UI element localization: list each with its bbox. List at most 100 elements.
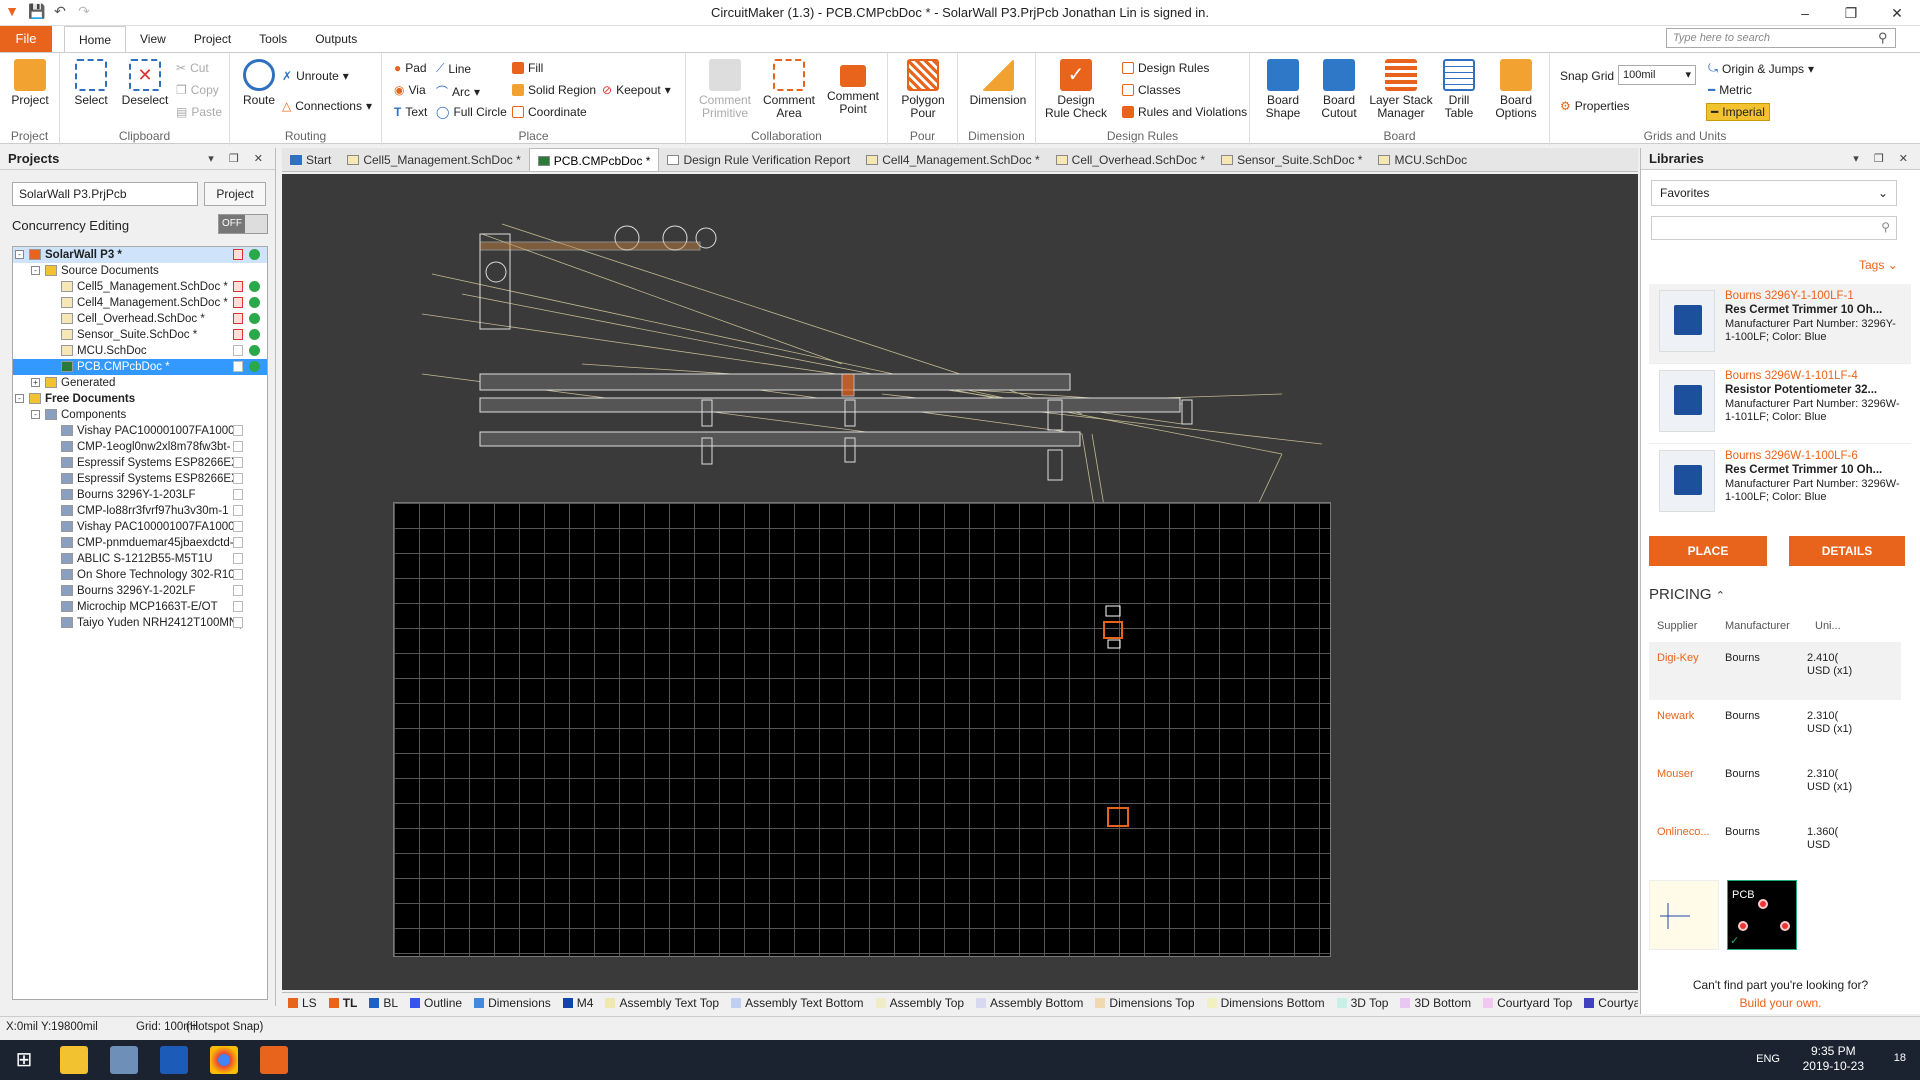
doc-tab[interactable]: MCU.SchDoc: [1370, 148, 1475, 171]
library-part-item[interactable]: Bourns 3296Y-1-100LF-1 Res Cermet Trimmer…: [1649, 284, 1911, 364]
tree-item[interactable]: On Shore Technology 302-R10: [13, 567, 267, 583]
tags-dropdown[interactable]: Tags ⌄: [1859, 258, 1898, 272]
place-button[interactable]: PLACE: [1649, 536, 1767, 566]
library-part-item[interactable]: Bourns 3296W-1-101LF-4 Resistor Potentiom…: [1649, 364, 1911, 444]
layer-tab[interactable]: Courtyard Top: [1477, 993, 1578, 1012]
tree-item[interactable]: PCB.CMPcbDoc *: [13, 359, 267, 375]
close-button[interactable]: ✕: [1874, 0, 1920, 26]
imperial-button[interactable]: ━ Imperial: [1706, 103, 1770, 121]
board-cutout-button[interactable]: Board Cutout: [1312, 59, 1366, 120]
outlook-icon[interactable]: [160, 1046, 188, 1074]
collapse-icon[interactable]: -: [31, 266, 40, 275]
tab-project[interactable]: Project: [180, 26, 245, 52]
paste-button[interactable]: ▤ Paste: [176, 105, 222, 119]
doc-tab[interactable]: Cell4_Management.SchDoc *: [858, 148, 1047, 171]
layer-tab[interactable]: Dimensions: [468, 993, 557, 1012]
tree-item[interactable]: Bourns 3296Y-1-202LF: [13, 583, 267, 599]
tree-item[interactable]: - Source Documents: [13, 263, 267, 279]
file-menu-button[interactable]: File: [0, 26, 52, 52]
collapse-icon[interactable]: -: [15, 250, 24, 259]
layer-tab[interactable]: Courtyard: [1578, 993, 1638, 1012]
dimension-button[interactable]: Dimension: [968, 59, 1028, 107]
layer-tab[interactable]: Assembly Text Bottom: [725, 993, 870, 1012]
build-your-own-link[interactable]: Build your own.: [1641, 996, 1920, 1010]
clock[interactable]: 9:35 PM 2019-10-23: [1803, 1044, 1864, 1074]
tree-item[interactable]: - SolarWall P3 *: [13, 247, 267, 263]
panel-controls[interactable]: ▾ ❒ ✕: [208, 148, 269, 170]
layer-tab[interactable]: Dimensions Top: [1089, 993, 1200, 1012]
collapse-icon[interactable]: -: [31, 410, 40, 419]
tree-item[interactable]: Cell_Overhead.SchDoc *: [13, 311, 267, 327]
board-options-button[interactable]: Board Options: [1486, 59, 1546, 120]
notification-center-icon[interactable]: 18: [1894, 1052, 1906, 1064]
layer-tab[interactable]: Assembly Bottom: [970, 993, 1089, 1012]
place-solid-region-button[interactable]: Solid Region: [512, 83, 596, 97]
tree-item[interactable]: Cell4_Management.SchDoc *: [13, 295, 267, 311]
minimize-button[interactable]: –: [1782, 0, 1828, 26]
tree-item[interactable]: Espressif Systems ESP8266EX: [13, 455, 267, 471]
drill-table-button[interactable]: Drill Table: [1436, 59, 1482, 120]
library-search-input[interactable]: ⚲: [1651, 216, 1897, 240]
doc-tab[interactable]: Design Rule Verification Report: [659, 148, 858, 171]
price-row[interactable]: Onlineco... Bourns 1.360( USD: [1649, 816, 1901, 874]
tree-item[interactable]: CMP-pnmduemar45jbaexdctd-: [13, 535, 267, 551]
classes-button[interactable]: Classes: [1122, 83, 1181, 97]
rules-violations-button[interactable]: Rules and Violations: [1122, 105, 1247, 119]
snap-grid-select[interactable]: 100mil ▾: [1618, 65, 1696, 85]
tree-item[interactable]: - Free Documents: [13, 391, 267, 407]
place-line-button[interactable]: ⟋ Line: [436, 61, 471, 76]
tree-item[interactable]: Vishay PAC100001007FA1000: [13, 519, 267, 535]
place-via-button[interactable]: ◉ Via: [394, 83, 426, 97]
connections-button[interactable]: △ Connections ▾: [282, 99, 372, 113]
chrome-icon[interactable]: [210, 1046, 238, 1074]
tree-item[interactable]: Bourns 3296Y-1-203LF: [13, 487, 267, 503]
circuitmaker-taskbar-icon[interactable]: [260, 1046, 288, 1074]
schematic-symbol-preview[interactable]: [1649, 880, 1719, 950]
cut-button[interactable]: ✂ Cut: [176, 61, 209, 75]
favorites-select[interactable]: Favorites ⌄: [1651, 180, 1897, 206]
tree-item[interactable]: - Components: [13, 407, 267, 423]
pricing-header[interactable]: PRICING ⌃: [1649, 586, 1725, 603]
layer-tab[interactable]: LS: [282, 993, 323, 1012]
layer-tab[interactable]: Dimensions Bottom: [1201, 993, 1331, 1012]
price-row[interactable]: Mouser Bourns 2.310( USD (x1): [1649, 758, 1901, 816]
help-search-input[interactable]: Type here to search: [1666, 28, 1896, 48]
doc-tab[interactable]: Cell5_Management.SchDoc *: [339, 148, 528, 171]
tree-item[interactable]: Vishay PAC100001007FA1000: [13, 423, 267, 439]
expand-icon[interactable]: +: [31, 378, 40, 387]
pcb-footprint-preview[interactable]: PCB ✓: [1727, 880, 1797, 950]
tree-item[interactable]: Espressif Systems ESP8266EX: [13, 471, 267, 487]
tab-view[interactable]: View: [126, 26, 180, 52]
panel-controls[interactable]: ▾ ❒ ✕: [1853, 148, 1914, 170]
layer-tab[interactable]: M4: [557, 993, 600, 1012]
layer-tab[interactable]: BL: [363, 993, 404, 1012]
place-full-circle-button[interactable]: ◯ Full Circle: [436, 105, 507, 119]
layer-tab[interactable]: TL: [323, 993, 364, 1012]
project-button[interactable]: Project: [204, 182, 266, 206]
design-rules-button[interactable]: Design Rules: [1122, 61, 1209, 75]
tree-item[interactable]: Microchip MCP1663T-E/OT: [13, 599, 267, 615]
collapse-icon[interactable]: -: [15, 394, 24, 403]
comment-point-button[interactable]: Comment Point: [822, 59, 884, 116]
tab-outputs[interactable]: Outputs: [301, 26, 371, 52]
comment-primitive-button[interactable]: Comment Primitive: [694, 59, 756, 120]
language-indicator[interactable]: ENG: [1756, 1053, 1780, 1065]
layer-tab[interactable]: Outline: [404, 993, 468, 1012]
tree-item[interactable]: CMP-lo88rr3fvrf97hu3v30m-1: [13, 503, 267, 519]
copy-button[interactable]: ❐ Copy: [176, 83, 219, 97]
unroute-button[interactable]: ✗ Unroute ▾: [282, 69, 349, 83]
price-row[interactable]: Digi-Key Bourns 2.410( USD (x1): [1649, 642, 1901, 700]
design-rule-check-button[interactable]: ✓ Design Rule Check: [1044, 59, 1108, 120]
route-button[interactable]: Route: [232, 59, 286, 107]
select-button[interactable]: Select: [64, 59, 118, 107]
details-button[interactable]: DETAILS: [1789, 536, 1905, 566]
board-shape-button[interactable]: Board Shape: [1256, 59, 1310, 120]
concurrency-toggle[interactable]: OFF: [218, 214, 268, 234]
tab-tools[interactable]: Tools: [245, 26, 301, 52]
place-fill-button[interactable]: Fill: [512, 61, 543, 75]
project-button[interactable]: Project: [3, 59, 57, 107]
project-name-field[interactable]: SolarWall P3.PrjPcb: [12, 182, 198, 206]
doc-tab[interactable]: Cell_Overhead.SchDoc *: [1048, 148, 1213, 171]
keepout-button[interactable]: ⊘ Keepout ▾: [602, 83, 671, 97]
maximize-button[interactable]: ❐: [1828, 0, 1874, 26]
